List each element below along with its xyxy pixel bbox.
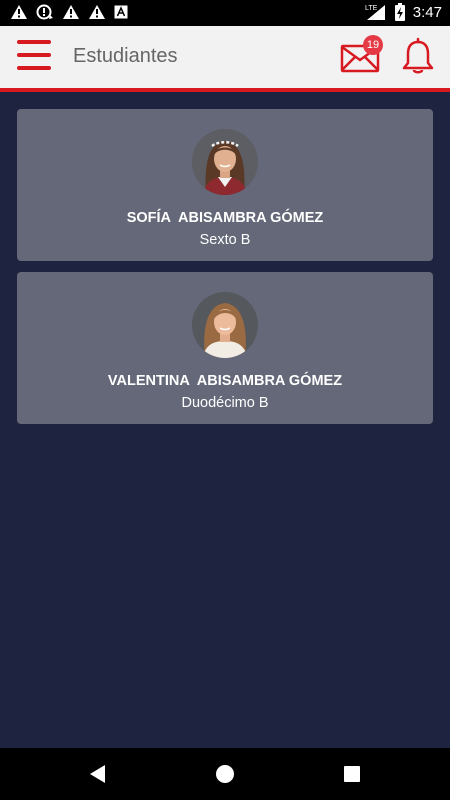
warning-icon: [63, 5, 79, 19]
status-notification-icons: [10, 4, 128, 20]
font-a-icon: [114, 5, 128, 19]
student-grade: Sexto B: [199, 232, 251, 248]
home-icon[interactable]: [213, 762, 237, 786]
messages-count-badge: 19: [363, 35, 383, 55]
notifications-button[interactable]: [401, 36, 435, 76]
student-avatar: [192, 292, 258, 358]
app-bar-accent-line: [0, 88, 450, 92]
back-icon[interactable]: [86, 762, 110, 786]
menu-icon-bar: [17, 40, 51, 44]
status-time: 3:47: [412, 3, 442, 21]
status-bar: LTE 3:47: [0, 0, 450, 26]
page-title: Estudiantes: [73, 45, 178, 67]
status-system-icons: LTE 3:47: [365, 3, 442, 21]
student-card[interactable]: SOFÍA ABISAMBRA GÓMEZ Sexto B: [17, 109, 433, 261]
battery-charging-icon: [394, 3, 405, 21]
menu-icon-bar: [17, 53, 51, 57]
system-navigation-bar: [0, 748, 450, 800]
student-avatar: [192, 129, 258, 195]
menu-icon-bar: [17, 66, 51, 70]
menu-button[interactable]: [17, 40, 51, 72]
network-type-label: LTE: [365, 5, 378, 12]
signal-icon: LTE: [365, 5, 385, 20]
student-name: VALENTINA ABISAMBRA GÓMEZ: [107, 373, 343, 389]
student-card[interactable]: VALENTINA ABISAMBRA GÓMEZ Duodécimo B: [17, 272, 433, 424]
student-grade: Duodécimo B: [181, 395, 269, 411]
warning-icon: [89, 5, 105, 19]
sync-alert-icon: [36, 4, 53, 20]
warning-icon: [11, 5, 27, 19]
student-name: SOFÍA ABISAMBRA GÓMEZ: [126, 210, 324, 226]
recents-icon[interactable]: [340, 762, 364, 786]
bell-icon: [402, 37, 434, 74]
app-bar: Estudiantes 19: [0, 26, 450, 88]
